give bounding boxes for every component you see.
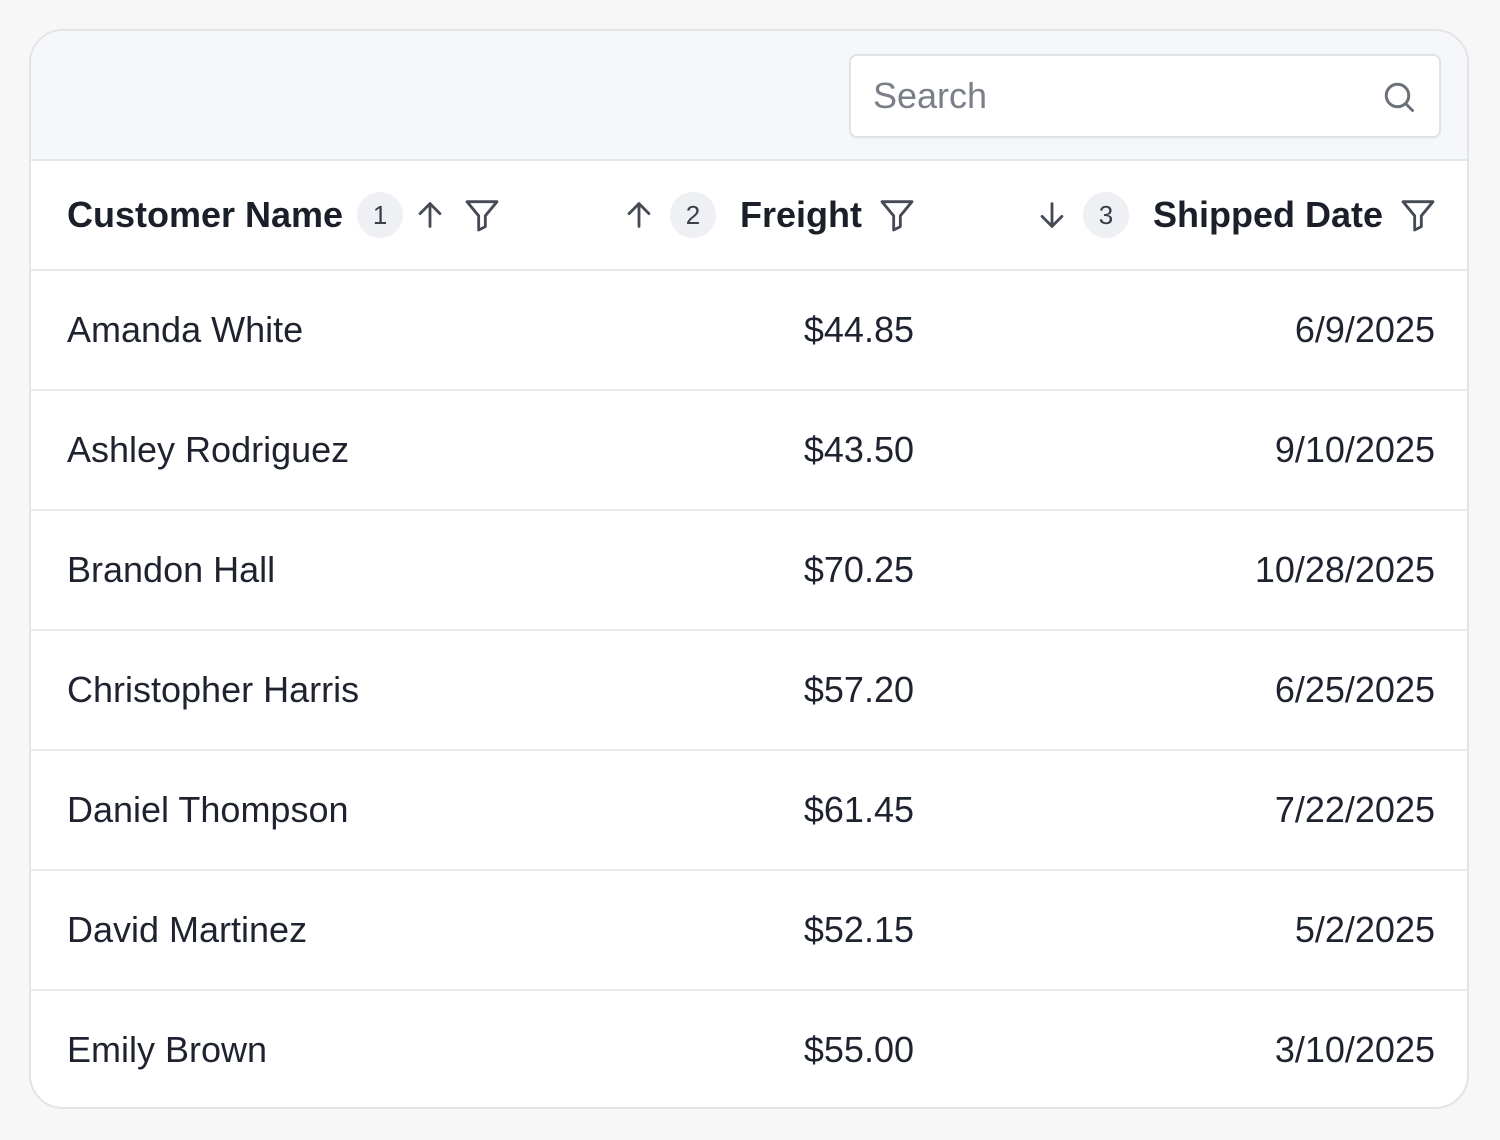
shipped-date-cell: 6/25/2025 <box>946 630 1467 751</box>
shipped-date-cell: 9/10/2025 <box>946 390 1467 511</box>
freight-cell: $55.00 <box>803 1029 914 1070</box>
column-title: Freight <box>740 194 862 235</box>
data-grid: Customer Name 1 <box>29 29 1469 1109</box>
table-row[interactable]: Brandon Hall $70.25 10/28/2025 <box>31 510 1467 631</box>
shipped-date-cell: 6/9/2025 <box>946 270 1467 391</box>
table-row[interactable]: Daniel Thompson $61.45 7/22/2025 <box>31 750 1467 871</box>
column-header-shipped-date[interactable]: 3 Shipped Date <box>946 161 1467 271</box>
search-icon[interactable] <box>1381 79 1417 115</box>
table-row[interactable]: Christopher Harris $57.20 6/25/2025 <box>31 630 1467 751</box>
search-box[interactable] <box>849 54 1441 138</box>
table-row[interactable]: Amanda White $44.85 6/9/2025 <box>31 270 1467 391</box>
freight-cell: $44.85 <box>531 270 946 391</box>
customer-name-cell: Christopher Harris <box>31 630 531 751</box>
arrow-up-icon[interactable] <box>413 196 447 234</box>
freight-cell: $70.25 <box>531 510 946 631</box>
column-title: Customer Name <box>67 194 344 235</box>
column-title: Shipped Date <box>1152 194 1383 235</box>
customer-name-cell: Brandon Hall <box>31 510 531 631</box>
filter-icon[interactable] <box>461 195 503 235</box>
shipped-date-cell: 7/22/2025 <box>946 750 1467 871</box>
orders-table: Customer Name 1 2 Freight 3 Shipped Date… <box>31 161 1467 1107</box>
shipped-date-cell: 3/10/2025 <box>1274 1029 1435 1070</box>
filter-icon[interactable] <box>876 195 918 235</box>
customer-name-cell: David Martinez <box>31 870 531 991</box>
search-input[interactable] <box>851 56 1439 136</box>
customer-name-cell: Emily Brown <box>67 1029 268 1070</box>
freight-cell: $43.50 <box>531 390 946 511</box>
table-row[interactable]: Emily Brown $55.00 3/10/2025 <box>31 990 1467 1107</box>
column-header-customer-name[interactable]: Customer Name 1 <box>31 161 531 271</box>
table-row[interactable]: David Martinez $52.15 5/2/2025 <box>31 870 1467 991</box>
sort-order-badge: 2 <box>670 192 716 238</box>
freight-cell: $61.45 <box>531 750 946 871</box>
sort-order-badge: 3 <box>1082 192 1129 238</box>
arrow-down-icon[interactable] <box>1035 196 1069 234</box>
arrow-up-icon[interactable] <box>622 196 656 234</box>
shipped-date-cell: 5/2/2025 <box>946 870 1467 991</box>
table-row[interactable]: Ashley Rodriguez $43.50 9/10/2025 <box>31 390 1467 511</box>
column-header-freight[interactable]: 2 Freight <box>531 161 946 271</box>
customer-name-cell: Daniel Thompson <box>31 750 531 871</box>
customer-name-cell: Amanda White <box>31 270 531 391</box>
shipped-date-cell: 10/28/2025 <box>946 510 1467 631</box>
freight-cell: $52.15 <box>531 870 946 991</box>
filter-icon[interactable] <box>1397 195 1439 235</box>
header-row: Customer Name 1 2 Freight 3 Shipped Date <box>31 161 1467 271</box>
grid-toolbar <box>31 31 1467 161</box>
customer-name-cell: Ashley Rodriguez <box>31 390 531 511</box>
freight-cell: $57.20 <box>531 630 946 751</box>
sort-order-badge: 1 <box>357 192 404 238</box>
